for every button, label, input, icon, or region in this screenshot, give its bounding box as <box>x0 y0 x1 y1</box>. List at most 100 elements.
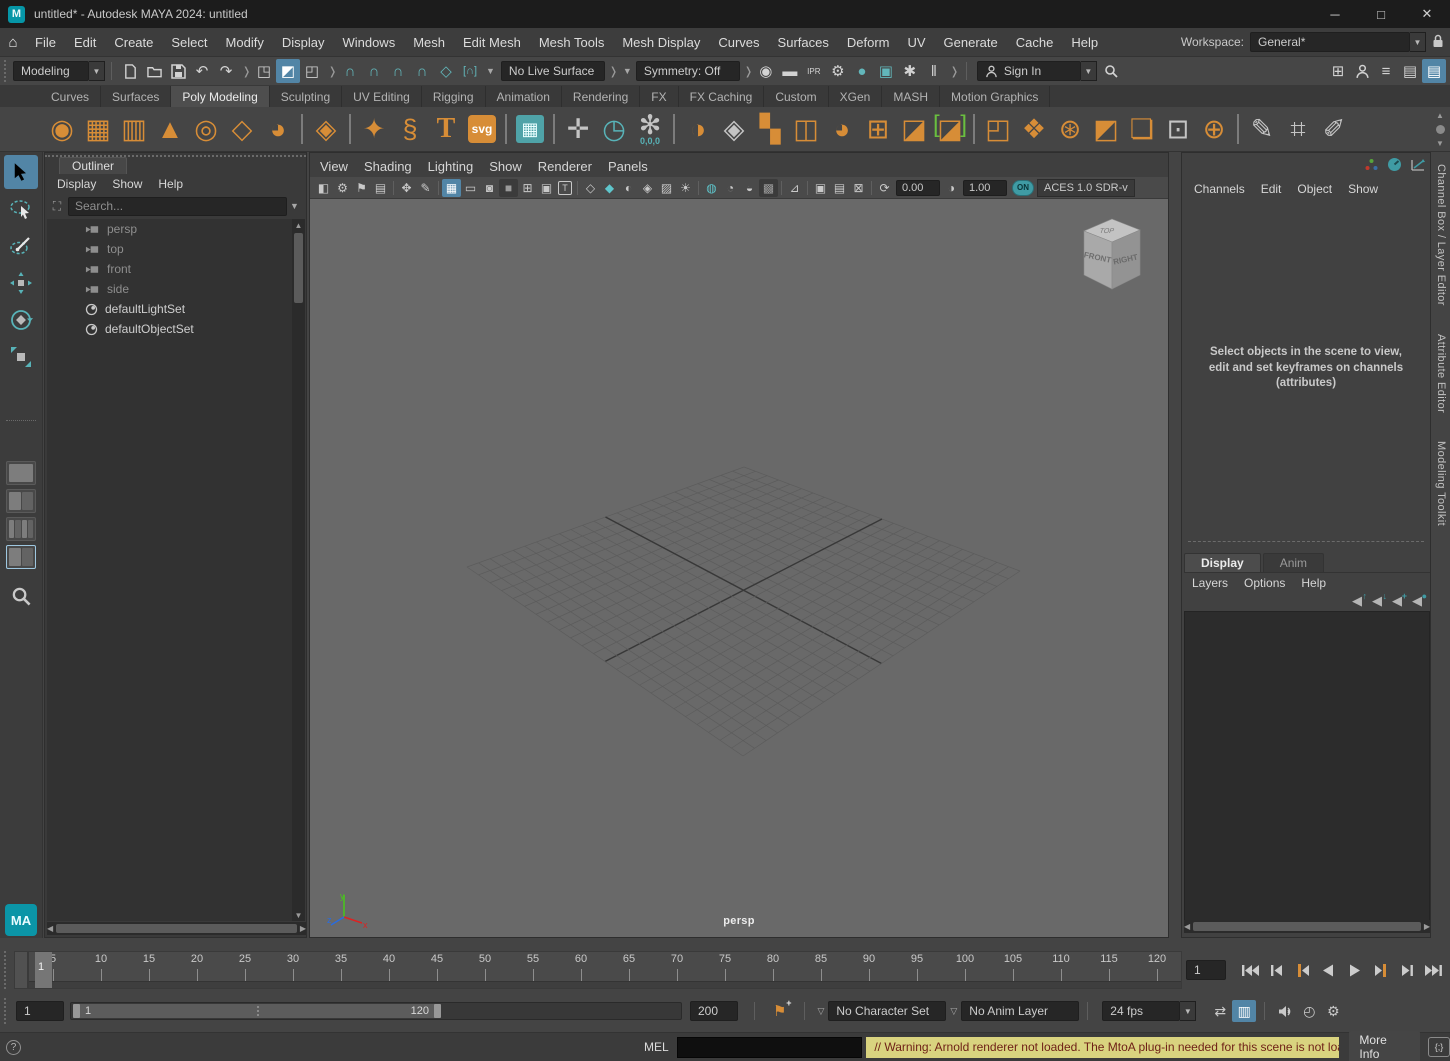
view-transform-on-badge[interactable]: ON <box>1012 180 1034 196</box>
home-icon[interactable]: ⌂ <box>0 34 26 51</box>
animation-start-field[interactable]: 1 <box>16 1001 64 1021</box>
scroll-thumb[interactable] <box>1193 922 1421 931</box>
new-scene-icon[interactable] <box>118 59 142 83</box>
quad-draw-icon[interactable]: ❏ <box>1124 109 1160 149</box>
poly-sphere-icon[interactable]: ◉ <box>44 109 80 149</box>
bookmark-button[interactable]: ⚑+ <box>773 1002 786 1020</box>
circularize-icon[interactable]: ⊛ <box>1052 109 1088 149</box>
shelf-scroll-up-icon[interactable]: ▲ <box>1436 109 1444 121</box>
maximize-button[interactable]: □ <box>1358 0 1404 28</box>
layout-two-pane-button[interactable] <box>6 489 36 513</box>
menu-set-select[interactable]: Modeling <box>13 61 89 81</box>
offset-edge-loop-icon[interactable]: ✐ <box>1316 109 1352 149</box>
playback-range-bar[interactable]: 1 120 <box>73 1004 441 1018</box>
character-set-arrow-icon[interactable]: ▽ <box>817 1006 824 1017</box>
outliner-search-input[interactable] <box>68 197 287 216</box>
scroll-down-icon[interactable]: ▼ <box>295 909 303 921</box>
scroll-thumb[interactable] <box>294 233 303 303</box>
workspace-select[interactable]: General* <box>1250 32 1410 52</box>
vp-gamma-icon[interactable]: ◑ <box>942 179 961 197</box>
multi-cut-icon[interactable]: ⊡ <box>1160 109 1196 149</box>
sign-in-dropdown-arrow-icon[interactable]: ▼ <box>1081 61 1097 81</box>
snap-grid-icon[interactable]: ∩ <box>338 59 362 83</box>
layer-editor-menu-layers[interactable]: Layers <box>1184 573 1236 593</box>
vp-image-plane-icon[interactable]: ▤ <box>371 179 390 197</box>
shelf-tab-fx[interactable]: FX <box>640 86 678 107</box>
panel-divider[interactable] <box>1188 541 1424 542</box>
vp-motion-blur-icon[interactable]: ◔ <box>721 179 740 197</box>
shelf-tab-xgen[interactable]: XGen <box>829 86 883 107</box>
super-shape-icon[interactable]: ✦ <box>356 109 392 149</box>
outliner-vertical-scrollbar[interactable]: ▲ ▼ <box>292 219 305 921</box>
vp-depth-of-field-icon[interactable]: ▩ <box>759 179 778 197</box>
outliner-item-persp[interactable]: persp <box>47 219 293 239</box>
colorspace-select[interactable]: ACES 1.0 SDR-v <box>1037 179 1135 197</box>
viewport-menu-renderer[interactable]: Renderer <box>530 155 600 177</box>
layout-single-pane-button[interactable] <box>6 461 36 485</box>
snap-point-icon[interactable]: ∩ <box>386 59 410 83</box>
hypergraph-layout-button[interactable] <box>4 579 38 613</box>
range-end-handle[interactable] <box>434 1004 441 1018</box>
outliner-menu-help[interactable]: Help <box>150 174 191 194</box>
subdivide-icon[interactable]: ⊞ <box>860 109 896 149</box>
pause-viewport-icon[interactable]: ‖ <box>922 59 946 83</box>
close-button[interactable]: ✕ <box>1404 0 1450 28</box>
symmetry-field[interactable]: Symmetry: Off <box>636 61 740 81</box>
extrude-icon[interactable]: ◰ <box>980 109 1016 149</box>
more-info-button[interactable]: More Info <box>1349 1031 1420 1061</box>
step-forward-frame-button[interactable] <box>1394 957 1420 983</box>
sculpt-mesh-icon[interactable]: ⊕ <box>1196 109 1232 149</box>
shelf-tab-rendering[interactable]: Rendering <box>562 86 640 107</box>
shelf-tab-motion-graphics[interactable]: Motion Graphics <box>940 86 1050 107</box>
go-to-end-button[interactable] <box>1420 957 1446 983</box>
fps-select[interactable]: 24 fps <box>1102 1001 1180 1021</box>
vp-textured-icon[interactable]: ◐ <box>619 179 638 197</box>
vp-safe-title-icon[interactable]: T <box>558 181 572 195</box>
poly-disc-icon[interactable]: ◕ <box>260 109 296 149</box>
render-settings-icon[interactable]: ⚙ <box>826 59 850 83</box>
live-surface-field[interactable]: No Live Surface <box>501 61 605 81</box>
snap-curve-icon[interactable]: ∩ <box>362 59 386 83</box>
loop-mode-icon[interactable]: ⇄ <box>1208 1000 1232 1022</box>
search-disabled-icon[interactable] <box>1099 59 1123 83</box>
shelf-tab-custom[interactable]: Custom <box>764 86 828 107</box>
shelf-scrollbar[interactable]: ▲ ▼ <box>1432 109 1448 149</box>
timeline-ruler[interactable]: 5101520253035404550556065707580859095100… <box>28 951 1182 989</box>
layer-editor-tab-display[interactable]: Display <box>1184 553 1261 572</box>
menu-deform[interactable]: Deform <box>838 28 899 57</box>
vp-isolate-select-icon[interactable]: ⊿ <box>785 179 804 197</box>
workspace-dropdown-arrow-icon[interactable]: ▼ <box>1410 32 1426 52</box>
channel-box-toggle-icon[interactable]: ≡ <box>1374 59 1398 83</box>
outliner-item-defaultObjectSet[interactable]: defaultObjectSet <box>47 319 293 339</box>
modeling-toolkit-shelf-icon[interactable]: ▦ <box>512 109 548 149</box>
range-slider-grip[interactable] <box>4 998 12 1024</box>
reset-transform-icon[interactable]: ◷ <box>596 109 632 149</box>
shelf-tab-animation[interactable]: Animation <box>486 86 562 107</box>
layer-move-down-icon[interactable]: ◀↓ <box>1372 593 1382 609</box>
scale-tool[interactable] <box>4 340 38 374</box>
outliner-item-top[interactable]: top <box>47 239 293 259</box>
viewport-menu-lighting[interactable]: Lighting <box>420 155 482 177</box>
range-start-handle[interactable] <box>73 1004 80 1018</box>
minimize-button[interactable]: ─ <box>1312 0 1358 28</box>
menu-display[interactable]: Display <box>273 28 334 57</box>
play-forward-button[interactable] <box>1342 957 1368 983</box>
bridge-icon[interactable]: ◩ <box>1088 109 1124 149</box>
vp-resolution-gate-icon[interactable]: ◙ <box>480 179 499 197</box>
view-cube[interactable]: TOP FRONT RIGHT <box>1074 215 1150 299</box>
step-back-key-button[interactable] <box>1290 957 1316 983</box>
menu-uv[interactable]: UV <box>898 28 934 57</box>
time-slider-grip[interactable] <box>4 951 14 989</box>
vp-default-material-icon[interactable]: ☀ <box>676 179 695 197</box>
vp-2d-pan-zoom-icon[interactable]: ✥ <box>397 179 416 197</box>
menu-file[interactable]: File <box>26 28 65 57</box>
menu-mesh-tools[interactable]: Mesh Tools <box>530 28 614 57</box>
vp-grease-pencil-icon[interactable]: ✎ <box>416 179 435 197</box>
outliner-item-side[interactable]: side <box>47 279 293 299</box>
vp-paste-view-icon[interactable]: ▤ <box>830 179 849 197</box>
merge-to-center-icon[interactable]: ◕ <box>824 109 860 149</box>
select-component-icon[interactable]: ◰ <box>300 59 324 83</box>
command-language-toggle[interactable]: MEL <box>636 1040 677 1054</box>
shelf-tab-rigging[interactable]: Rigging <box>422 86 486 107</box>
side-tab-modeling-toolkit[interactable]: Modeling Toolkit <box>1435 441 1447 526</box>
